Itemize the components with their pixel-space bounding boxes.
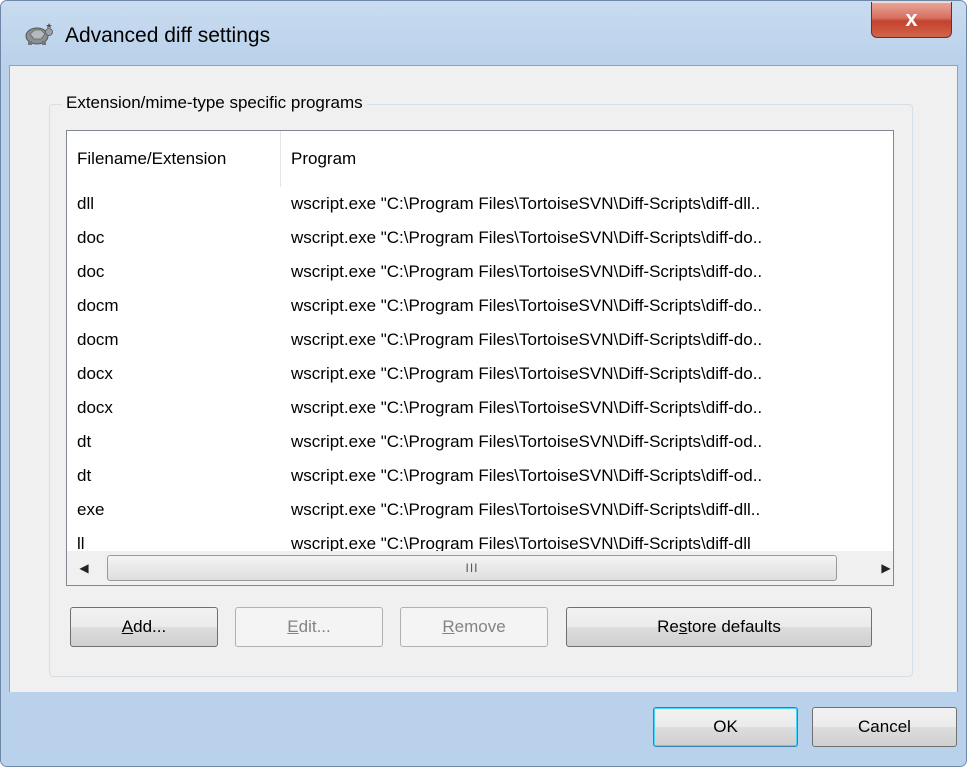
remove-mnemonic: R (442, 617, 455, 636)
scroll-right-icon[interactable]: ▶ (869, 551, 893, 585)
row-program: wscript.exe "C:\Program Files\TortoiseSV… (291, 296, 763, 315)
list-row[interactable]: docm wscript.exe "C:\Program Files\Tortoi… (67, 323, 893, 357)
list-rows: dll wscript.exe "C:\Program Files\Tortois… (67, 187, 893, 561)
list-row[interactable]: exe wscript.exe "C:\Program Files\Tortois… (67, 493, 893, 527)
row-extension: dt (77, 432, 92, 451)
row-extension: doc (77, 262, 105, 281)
scroll-left-icon[interactable]: ◀ (67, 551, 101, 585)
edit-label: dit... (298, 617, 331, 636)
list-row[interactable]: doc wscript.exe "C:\Program Files\Tortois… (67, 255, 893, 289)
row-program: wscript.exe "C:\Program Files\TortoiseSV… (291, 228, 763, 247)
row-program: wscript.exe "C:\Program Files\TortoiseSV… (291, 262, 763, 281)
row-extension: doc (77, 228, 105, 247)
dialog-footer: OK Cancel (1, 692, 966, 766)
row-extension: docx (77, 398, 113, 417)
edit-button[interactable]: Edit... (235, 607, 383, 647)
programs-list[interactable]: Filename/Extension Program dll wscript.ex… (66, 130, 894, 586)
row-extension: docm (77, 330, 119, 349)
list-row[interactable]: dll wscript.exe "C:\Program Files\Tortois… (67, 187, 893, 221)
row-program: wscript.exe "C:\Program Files\TortoiseSV… (291, 330, 763, 349)
restore-label-pre: Re (657, 617, 679, 636)
list-header: Filename/Extension Program (67, 131, 893, 187)
column-header-extension[interactable]: Filename/Extension (67, 131, 281, 187)
add-button[interactable]: Add... (70, 607, 218, 647)
row-extension: dll (77, 194, 95, 213)
list-row[interactable]: docx wscript.exe "C:\Program Files\Tortoi… (67, 357, 893, 391)
cancel-button[interactable]: Cancel (812, 707, 957, 747)
row-extension: exe (77, 500, 105, 519)
row-extension: dt (77, 466, 92, 485)
list-row[interactable]: docx wscript.exe "C:\Program Files\Tortoi… (67, 391, 893, 425)
close-icon: x (905, 6, 918, 31)
close-button[interactable]: x (871, 2, 952, 38)
add-label: dd... (133, 617, 167, 636)
remove-label: emove (454, 617, 506, 636)
row-extension: docx (77, 364, 113, 383)
row-program: wscript.exe "C:\Program Files\TortoiseSV… (291, 500, 761, 519)
ok-button[interactable]: OK (653, 707, 798, 747)
row-program: wscript.exe "C:\Program Files\TortoiseSV… (291, 432, 763, 451)
list-row[interactable]: doc wscript.exe "C:\Program Files\Tortois… (67, 221, 893, 255)
horizontal-scrollbar[interactable]: ◀ III ▶ (67, 551, 893, 585)
dialog-client-area: Extension/mime-type specific programs Fi… (9, 65, 958, 694)
row-program: wscript.exe "C:\Program Files\TortoiseSV… (291, 398, 763, 417)
window-title: Advanced diff settings (65, 24, 271, 47)
dialog-window: Advanced diff settings x Extension/mime-… (0, 0, 967, 767)
column-header-program[interactable]: Program (281, 131, 893, 187)
row-program: wscript.exe "C:\Program Files\TortoiseSV… (291, 466, 763, 485)
list-row[interactable]: docm wscript.exe "C:\Program Files\Tortoi… (67, 289, 893, 323)
restore-label-rest: tore defaults (687, 617, 781, 636)
groupbox-title: Extension/mime-type specific programs (62, 93, 367, 113)
restore-defaults-button[interactable]: Restore defaults (566, 607, 872, 647)
row-program: wscript.exe "C:\Program Files\TortoiseSV… (291, 194, 761, 213)
list-row[interactable]: dt wscript.exe "C:\Program Files\Tortoise… (67, 459, 893, 493)
title-bar[interactable]: Advanced diff settings x (1, 1, 966, 65)
add-mnemonic: A (121, 617, 134, 636)
row-program: wscript.exe "C:\Program Files\TortoiseSV… (291, 364, 763, 383)
remove-button[interactable]: Remove (400, 607, 548, 647)
list-row[interactable]: dt wscript.exe "C:\Program Files\Tortoise… (67, 425, 893, 459)
horizontal-scroll-thumb[interactable]: III (107, 555, 837, 581)
row-extension: docm (77, 296, 119, 315)
tortoise-icon (25, 23, 53, 45)
edit-mnemonic: E (287, 617, 299, 636)
